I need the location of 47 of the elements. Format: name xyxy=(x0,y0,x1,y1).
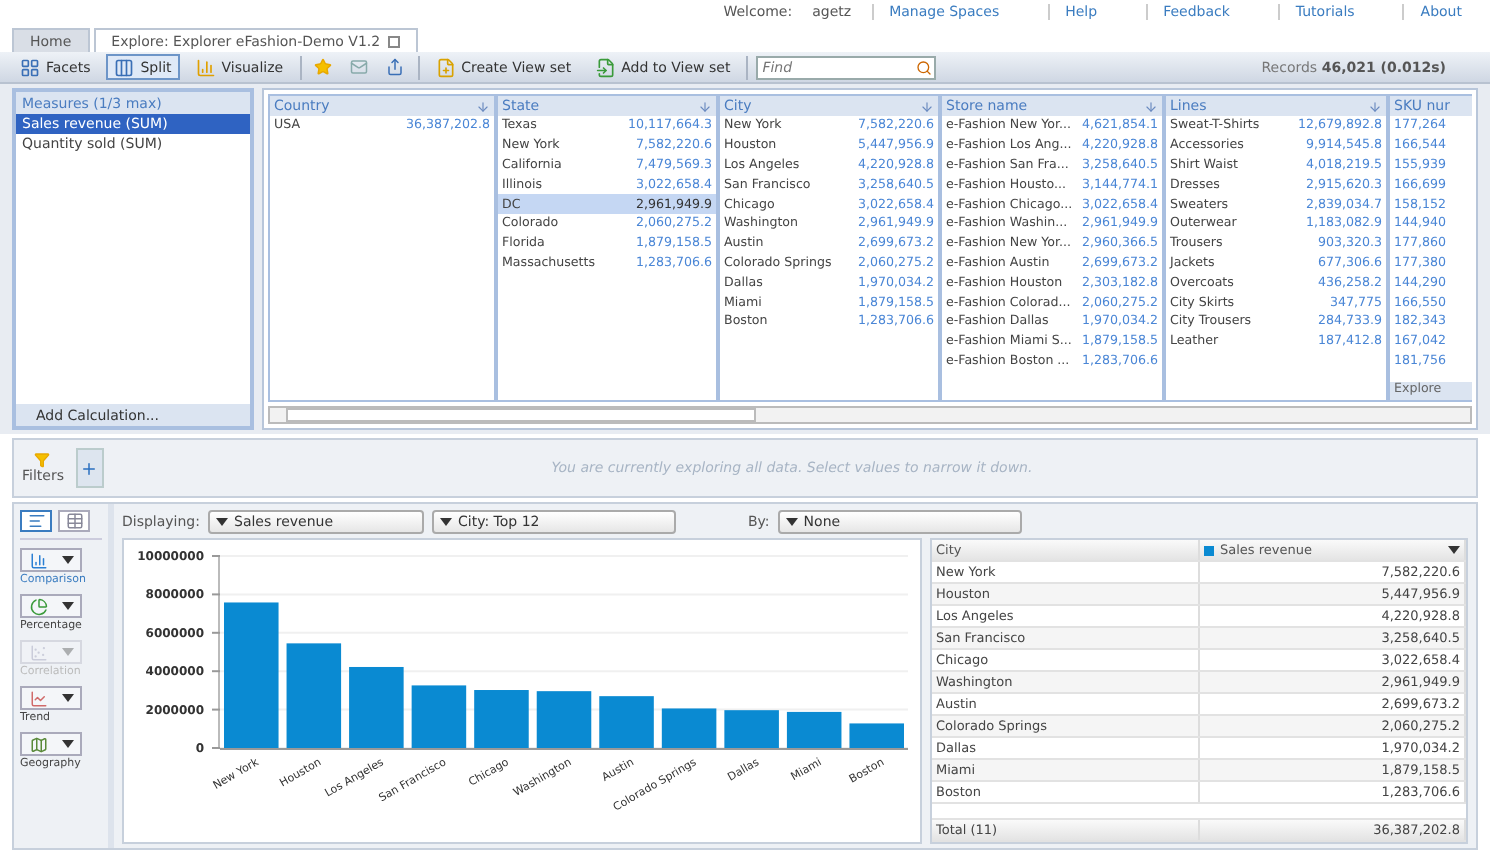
bar[interactable] xyxy=(786,711,842,748)
table-icon xyxy=(65,512,83,530)
sort-icon[interactable] xyxy=(476,99,490,113)
chart-type-button[interactable] xyxy=(20,686,82,710)
sort-icon[interactable] xyxy=(1368,99,1382,113)
sort-icon[interactable] xyxy=(698,99,712,113)
bar[interactable] xyxy=(286,643,342,748)
caret-icon xyxy=(216,517,228,525)
caret-icon xyxy=(440,517,452,525)
caret-icon xyxy=(1448,546,1460,554)
caret-icon xyxy=(61,694,73,702)
grid-icon xyxy=(20,57,40,77)
caret-icon xyxy=(785,517,798,525)
bar[interactable] xyxy=(411,685,467,748)
add-filter-button[interactable] xyxy=(75,448,104,488)
scatter-chart-icon xyxy=(29,643,47,661)
bar-list-icon xyxy=(27,512,45,530)
pie-chart-icon xyxy=(29,597,47,615)
map-icon xyxy=(29,735,47,753)
scrollbar-thumb[interactable] xyxy=(286,408,756,422)
bar[interactable] xyxy=(224,602,279,748)
document-icon xyxy=(595,57,616,77)
caret-icon xyxy=(61,648,73,656)
legend-swatch xyxy=(1204,545,1214,555)
bar[interactable] xyxy=(849,723,904,748)
bar[interactable] xyxy=(536,691,592,748)
caret-icon xyxy=(61,556,73,564)
close-icon[interactable] xyxy=(388,35,401,47)
bar-chart-icon xyxy=(29,551,47,569)
sort-icon[interactable] xyxy=(1144,99,1158,113)
chart-type-button[interactable] xyxy=(20,548,82,572)
view-toggle[interactable] xyxy=(20,510,52,532)
caret-icon xyxy=(61,740,73,748)
scrollbar[interactable] xyxy=(268,406,1472,424)
bar-chart-icon xyxy=(195,57,216,77)
line-chart-icon xyxy=(29,689,47,707)
caret-icon xyxy=(61,602,73,610)
bar[interactable] xyxy=(661,708,717,748)
document-plus-icon xyxy=(435,57,456,77)
chart-type-button[interactable] xyxy=(20,732,82,756)
sort-icon[interactable] xyxy=(920,99,934,113)
columns-icon xyxy=(114,57,135,77)
view-toggle[interactable] xyxy=(58,510,90,532)
plus-icon xyxy=(80,459,99,477)
filter-icon xyxy=(34,452,51,468)
chart-type-button[interactable] xyxy=(20,594,82,618)
search-icon[interactable] xyxy=(916,59,933,75)
